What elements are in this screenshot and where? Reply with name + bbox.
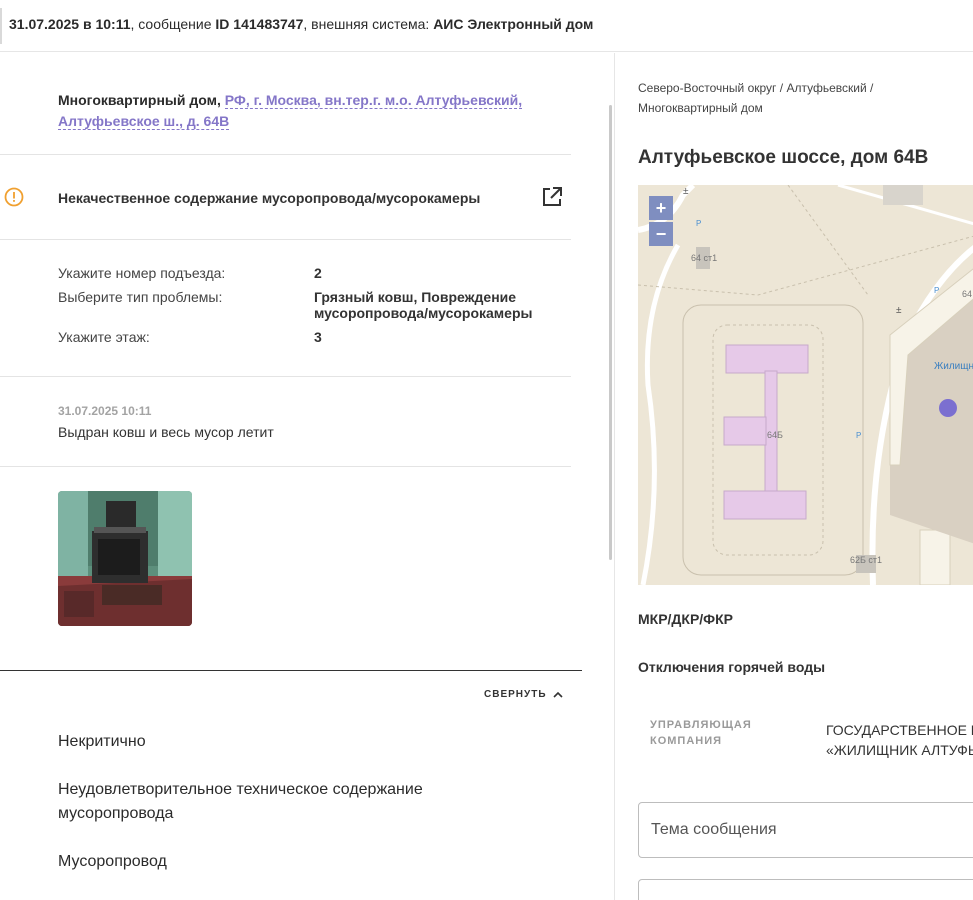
address-type: Многоквартирный дом, xyxy=(58,92,221,108)
svg-text:P: P xyxy=(696,219,701,228)
management-company-value-line1: ГОСУДАРСТВЕННОЕ БЮ xyxy=(826,722,973,738)
detail-label-entrance: Укажите номер подъезда: xyxy=(58,265,226,281)
photo-thumbnail xyxy=(58,491,192,626)
svg-text:P: P xyxy=(856,431,861,440)
svg-text:62Б ст1: 62Б ст1 xyxy=(850,555,882,565)
map-canvas: 64 ст1 64Б 62Б ст1 Жилищн 64 P P P ± ± xyxy=(638,185,973,585)
warning-circle-icon xyxy=(4,187,24,207)
subject-input[interactable] xyxy=(638,802,973,858)
svg-text:Жилищн: Жилищн xyxy=(934,361,973,372)
header-system-name: АИС Электронный дом xyxy=(433,16,594,32)
collapse-button[interactable]: СВЕРНУТЬ xyxy=(484,689,563,700)
divider xyxy=(0,376,571,377)
section-capital-repair[interactable]: МКР/ДКР/ФКР xyxy=(638,611,733,627)
divider xyxy=(0,239,571,240)
breadcrumb-district[interactable]: Северо-Восточный округ xyxy=(638,81,776,95)
comment-timestamp: 31.07.2025 10:11 xyxy=(58,404,152,418)
detail-label-floor: Укажите этаж: xyxy=(58,329,150,345)
detail-value-floor: 3 xyxy=(314,329,322,345)
header-system-prefix: , внешняя система: xyxy=(303,16,434,32)
zoom-in-button[interactable]: + xyxy=(649,196,673,220)
management-company-value-line2: «ЖИЛИЩНИК АЛТУФЬ xyxy=(826,742,973,758)
detail-value-problem-type: Грязный ковш, Повреждение мусоропровода/… xyxy=(314,289,533,321)
section-divider xyxy=(0,670,582,671)
breadcrumb-object-type[interactable]: Многоквартирный дом xyxy=(638,101,763,115)
map-zoom-controls: + − xyxy=(649,196,673,246)
breadcrumb-area[interactable]: Алтуфьевский xyxy=(786,81,866,95)
attached-photo[interactable] xyxy=(58,491,192,626)
issue-title: Некачественное содержание мусоропровода/… xyxy=(58,190,481,206)
message-input[interactable] xyxy=(638,879,973,900)
section-hot-water-outages[interactable]: Отключения горячей воды xyxy=(638,659,825,675)
detail-label-problem-type: Выберите тип проблемы: xyxy=(58,289,223,305)
chevron-up-icon xyxy=(552,691,563,698)
external-link-icon[interactable] xyxy=(541,186,563,208)
svg-text:64: 64 xyxy=(962,289,972,299)
header-accent-bar xyxy=(0,8,2,44)
svg-text:±: ± xyxy=(896,305,902,316)
header-line: 31.07.2025 в 10:11, сообщение ID 1414837… xyxy=(9,16,593,32)
header-message-id: ID 141483747 xyxy=(215,16,304,32)
breadcrumb: Северо-Восточный округ / Алтуфьевский / … xyxy=(638,81,874,115)
divider xyxy=(0,466,571,467)
map[interactable]: 64 ст1 64Б 62Б ст1 Жилищн 64 P P P ± ± +… xyxy=(638,185,973,585)
collapse-label: СВЕРНУТЬ xyxy=(484,689,547,700)
svg-text:P: P xyxy=(934,286,939,295)
right-panel: Северо-Восточный округ / Алтуфьевский / … xyxy=(615,53,973,900)
comment-text: Выдран ковш и весь мусор летит xyxy=(58,424,274,440)
category-type: Мусоропровод xyxy=(58,853,167,870)
header-date: 31.07.2025 в 10:11 xyxy=(9,16,131,32)
management-company-label: УПРАВЛЯЮЩАЯ КОМПАНИЯ xyxy=(650,717,770,749)
management-company-label-line1: УПРАВЛЯЮЩАЯ xyxy=(650,719,752,731)
management-company-label-line2: КОМПАНИЯ xyxy=(650,735,723,747)
svg-text:64Б: 64Б xyxy=(767,430,783,440)
svg-text:±: ± xyxy=(683,186,689,197)
detail-value-entrance: 2 xyxy=(314,265,322,281)
divider xyxy=(0,154,571,155)
zoom-out-button[interactable]: − xyxy=(649,222,673,246)
building-title: Алтуфьевское шоссе, дом 64В xyxy=(638,147,929,168)
message-header: 31.07.2025 в 10:11, сообщение ID 1414837… xyxy=(0,0,973,52)
category-subtype: Неудовлетворительное техническое содержа… xyxy=(58,781,423,822)
left-scrollbar[interactable] xyxy=(609,105,612,560)
header-message-prefix: , сообщение xyxy=(130,16,216,32)
category-severity: Некритично xyxy=(58,733,146,750)
management-company-value: ГОСУДАРСТВЕННОЕ БЮ «ЖИЛИЩНИК АЛТУФЬ xyxy=(826,720,973,760)
svg-text:64 ст1: 64 ст1 xyxy=(691,253,717,263)
address-block: Многоквартирный дом, РФ, г. Москва, вн.т… xyxy=(58,90,528,132)
left-panel: Многоквартирный дом, РФ, г. Москва, вн.т… xyxy=(0,53,614,900)
